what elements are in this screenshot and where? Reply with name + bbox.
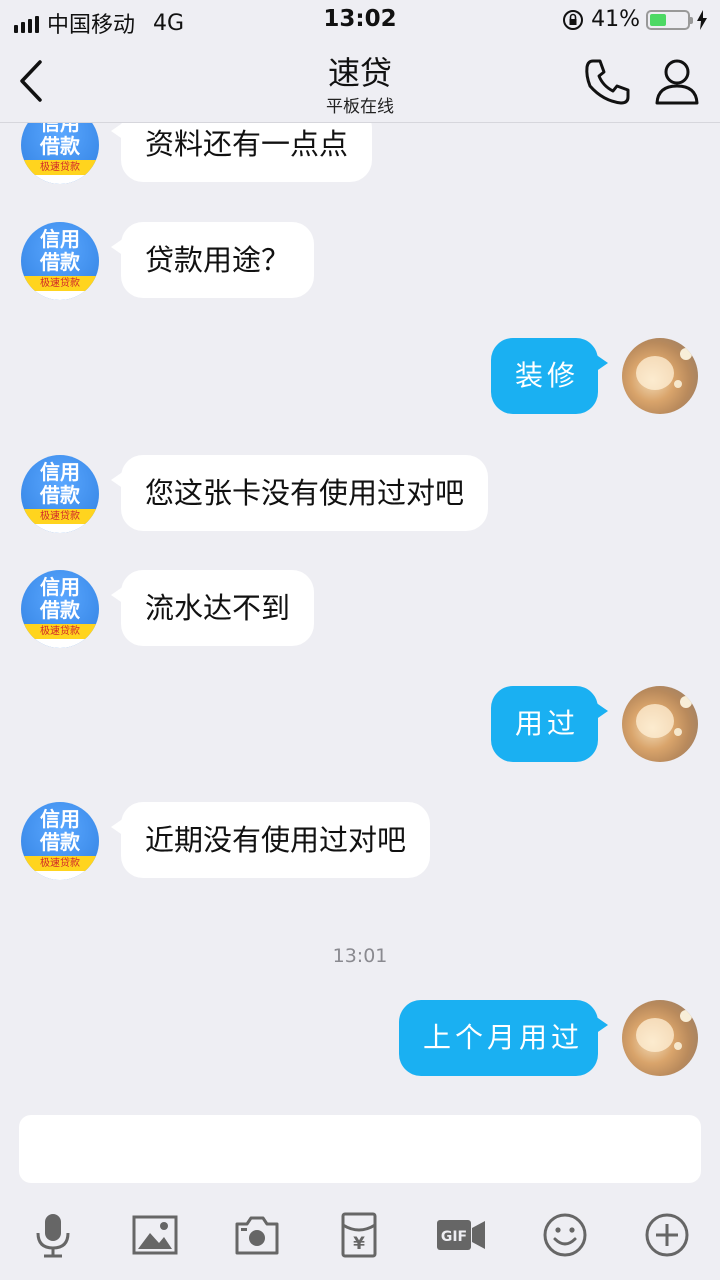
battery-percent: 41%	[591, 7, 640, 32]
red-packet-icon[interactable]: ¥	[334, 1211, 384, 1259]
contact-avatar[interactable]: 信用 借款 极速贷款	[21, 222, 99, 300]
svg-text:GIF: GIF	[441, 1229, 467, 1245]
gif-icon[interactable]: GIF	[436, 1211, 486, 1259]
battery-icon	[646, 9, 693, 30]
chat-header: 速贷 平板在线	[0, 40, 720, 123]
emoji-icon[interactable]	[540, 1211, 590, 1259]
svg-text:¥: ¥	[353, 1234, 365, 1254]
status-bar: 中国移动 4G 13:02 41%	[0, 0, 720, 40]
my-avatar[interactable]	[622, 686, 698, 762]
message-input[interactable]	[19, 1115, 701, 1183]
incoming-message-bubble[interactable]: 您这张卡没有使用过对吧	[110, 455, 489, 531]
plus-icon[interactable]	[642, 1211, 692, 1259]
incoming-message-bubble[interactable]: 近期没有使用过对吧	[110, 802, 431, 878]
phone-call-button[interactable]	[582, 56, 634, 108]
outgoing-message-bubble[interactable]: 装修	[491, 338, 608, 414]
message-timestamp: 13:01	[332, 945, 388, 967]
camera-icon[interactable]	[232, 1211, 282, 1259]
my-avatar[interactable]	[622, 1000, 698, 1076]
chat-toolbar: ¥ GIF	[0, 1195, 720, 1280]
orientation-lock-icon	[563, 9, 584, 30]
incoming-message-bubble[interactable]: 贷款用途？	[110, 222, 315, 298]
charging-bolt-icon	[697, 9, 707, 30]
incoming-message-bubble[interactable]: 流水达不到	[110, 570, 315, 646]
chat-area[interactable]: 信用 借款 极速贷款 资料还有一点点 信用 借款 极速贷款 贷款用途？ 装修 信…	[0, 0, 720, 1100]
outgoing-message-bubble[interactable]: 用过	[491, 686, 608, 762]
my-avatar[interactable]	[622, 338, 698, 414]
image-icon[interactable]	[130, 1211, 180, 1259]
contact-avatar[interactable]: 信用 借款 极速贷款	[21, 802, 99, 880]
contact-profile-button[interactable]	[652, 56, 702, 108]
contact-avatar[interactable]: 信用 借款 极速贷款	[21, 570, 99, 648]
outgoing-message-bubble[interactable]: 上个月用过	[399, 1000, 608, 1076]
contact-avatar[interactable]: 信用 借款 极速贷款	[21, 455, 99, 533]
microphone-icon[interactable]	[28, 1211, 78, 1259]
